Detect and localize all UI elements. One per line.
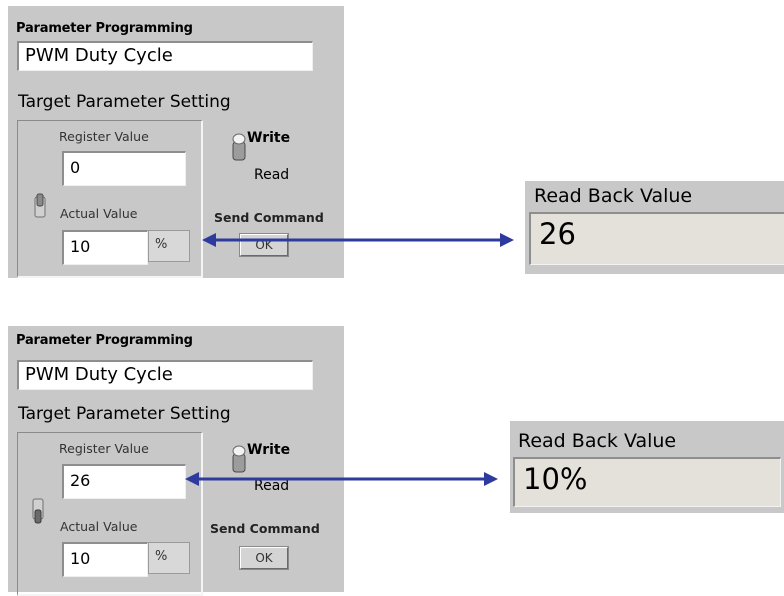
bottom-double-arrow [185, 472, 498, 486]
top-double-arrow [202, 233, 514, 247]
connector-arrows [185, 233, 514, 486]
